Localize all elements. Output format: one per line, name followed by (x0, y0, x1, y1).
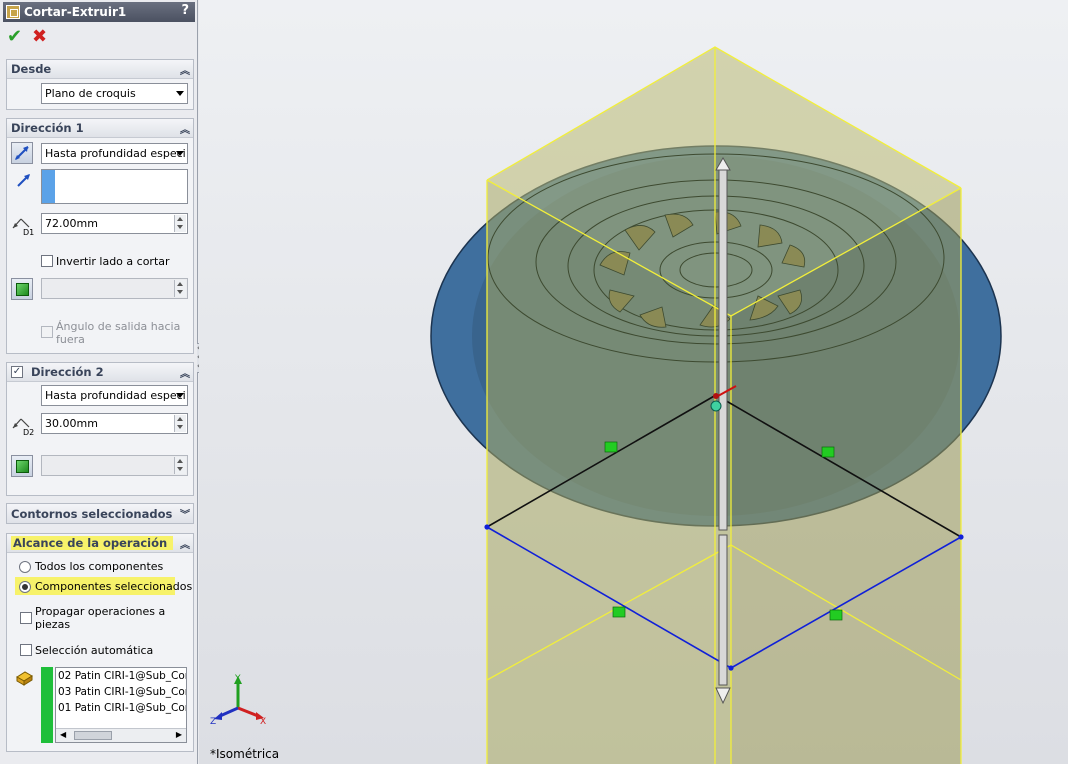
todos-componentes-radio[interactable] (19, 561, 31, 573)
draft2-toggle-button[interactable] (11, 455, 33, 477)
group-direccion1: Dirección 1 ︽ Hasta profundidad especi D… (6, 118, 194, 354)
draft-outward-label-line1: Ángulo de salida hacia (56, 320, 181, 333)
invertir-label: Invertir lado a cortar (56, 255, 170, 268)
depth-spinner-icon[interactable] (174, 215, 186, 232)
group-direccion2-header[interactable]: ✓ Dirección 2 ︽ (7, 363, 193, 382)
scroll-right-icon[interactable]: ▶ (176, 730, 182, 739)
list-item[interactable]: 02 Patin CIRI-1@Sub_Con (56, 668, 186, 684)
direction-selection-box[interactable] (41, 169, 188, 204)
seleccion-automatica-checkbox[interactable] (20, 644, 32, 656)
scroll-thumb[interactable] (74, 731, 112, 740)
desde-select-value: Plano de croquis (45, 87, 136, 100)
direccion2-depth-value: 30.00mm (45, 417, 98, 430)
axis-y-label: Y (234, 674, 241, 684)
direccion2-enable-checkbox[interactable]: ✓ (11, 366, 23, 378)
depth-d1-icon: D1 (12, 218, 34, 236)
propagar-label-line1: Propagar operaciones a (35, 605, 166, 618)
draft-toggle-button[interactable] (11, 278, 33, 300)
expand-chevron-icon[interactable]: ︾ (180, 506, 190, 521)
d2-label: D2 (23, 428, 34, 436)
reverse-direction-icon (15, 146, 29, 160)
collapse-chevron-icon[interactable]: ︽ (180, 365, 190, 380)
componentes-seleccionados-radio[interactable] (19, 581, 31, 593)
direccion1-end-condition-select[interactable]: Hasta profundidad especi (41, 143, 188, 164)
group-desde-header[interactable]: Desde ︽ (7, 60, 193, 79)
group-desde-title: Desde (11, 62, 52, 76)
desde-select[interactable]: Plano de croquis (41, 83, 188, 104)
horizontal-scrollbar[interactable]: ◀ ▶ (56, 728, 186, 742)
graphics-viewport[interactable]: Y X Z (199, 0, 1068, 764)
orientation-triad-icon: Y X Z (210, 674, 266, 727)
collapse-chevron-icon[interactable]: ︽ (180, 121, 190, 136)
draft-outward-checkbox[interactable] (41, 326, 53, 338)
scroll-left-icon[interactable]: ◀ (60, 730, 66, 739)
propagar-label-line2: piezas (35, 618, 71, 631)
component-selection-icon (16, 671, 33, 686)
group-direccion2: ✓ Dirección 2 ︽ Hasta profundidad especi… (6, 362, 194, 496)
direccion2-end-condition-value: Hasta profundidad especi (45, 389, 186, 402)
component-list-color-bar (41, 667, 53, 743)
group-alcance-header[interactable]: Alcance de la operación ︽ (7, 534, 193, 553)
draft-angle-input[interactable] (41, 278, 188, 299)
direccion1-depth-value: 72.00mm (45, 217, 98, 230)
ok-checkmark-icon[interactable]: ✔ (7, 28, 22, 46)
draft-spinner-icon[interactable] (174, 280, 186, 297)
dropdown-arrow-icon (176, 151, 184, 156)
view-orientation-label: *Isométrica (210, 747, 280, 761)
list-item[interactable]: 01 Patin CIRI-1@Sub_Con (56, 700, 186, 716)
selected-components-list[interactable]: 02 Patin CIRI-1@Sub_Con 03 Patin CIRI-1@… (55, 667, 187, 743)
draft2-angle-input[interactable] (41, 455, 188, 476)
draft-outward-label-line2: fuera (56, 333, 85, 346)
group-direccion2-title: Dirección 2 (31, 365, 104, 379)
direction-vector-icon (17, 174, 30, 187)
draft-cube-icon (16, 283, 29, 296)
direccion2-end-condition-select[interactable]: Hasta profundidad especi (41, 385, 188, 406)
dropdown-arrow-icon (176, 393, 184, 398)
reverse-direction-button[interactable] (11, 142, 33, 164)
draft-spinner-icon[interactable] (174, 457, 186, 474)
property-manager: Cortar-Extruir1 ? ✔ ✖ Desde ︽ Plano de c… (0, 0, 198, 764)
direccion2-depth-input[interactable]: 30.00mm (41, 413, 188, 434)
feature-title-bar: Cortar-Extruir1 ? (3, 2, 195, 22)
group-contornos-title: Contornos seleccionados (11, 506, 173, 521)
dropdown-arrow-icon (176, 91, 184, 96)
invertir-checkbox[interactable] (41, 255, 53, 267)
propagar-checkbox[interactable] (20, 612, 32, 624)
group-direccion1-header[interactable]: Dirección 1 ︽ (7, 119, 193, 138)
cancel-x-icon[interactable]: ✖ (32, 28, 47, 46)
feature-title: Cortar-Extruir1 (24, 5, 127, 19)
collapse-chevron-icon[interactable]: ︽ (180, 536, 190, 551)
todos-componentes-label: Todos los componentes (35, 560, 164, 573)
d1-label: D1 (23, 228, 34, 236)
componentes-seleccionados-label: Componentes seleccionados (35, 580, 193, 593)
collapse-chevron-icon[interactable]: ︽ (180, 62, 190, 77)
cut-extrude-icon (6, 5, 20, 19)
depth-d2-icon: D2 (12, 418, 34, 436)
list-item[interactable]: 03 Patin CIRI-1@Sub_Con (56, 684, 186, 700)
axis-z-label: Z (210, 717, 216, 727)
direccion1-depth-input[interactable]: 72.00mm (41, 213, 188, 234)
group-desde: Desde ︽ Plano de croquis (6, 59, 194, 110)
group-contornos-header[interactable]: Contornos seleccionados ︾ (7, 504, 193, 523)
draft-cube-icon (16, 460, 29, 473)
help-button[interactable]: ? (181, 3, 189, 18)
direccion1-end-condition-value: Hasta profundidad especi (45, 147, 186, 160)
model-canvas[interactable]: Y X Z (199, 0, 1068, 764)
origin-point-icon (713, 393, 719, 399)
group-direccion1-title: Dirección 1 (11, 121, 84, 135)
origin-marker-icon (710, 400, 722, 412)
depth-spinner-icon[interactable] (174, 415, 186, 432)
selection-color-swatch (42, 170, 55, 203)
group-contornos: Contornos seleccionados ︾ (6, 503, 194, 524)
seleccion-automatica-label: Selección automática (35, 644, 154, 657)
group-alcance-title: Alcance de la operación (11, 536, 174, 550)
axis-x-label: X (260, 717, 266, 727)
